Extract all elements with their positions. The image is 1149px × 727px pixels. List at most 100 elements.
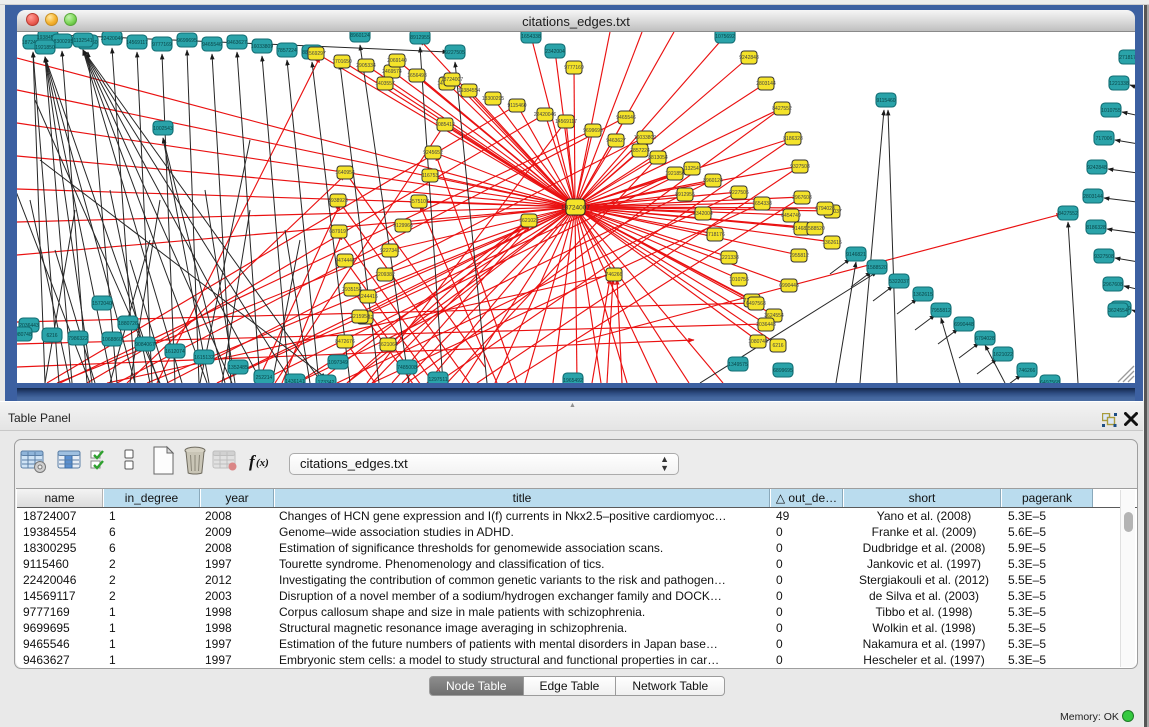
svg-text:5322037: 5322037	[889, 279, 909, 285]
svg-text:2718176: 2718176	[1119, 55, 1135, 61]
svg-text:2967608: 2967608	[792, 195, 812, 201]
svg-text:717006: 717006	[1096, 136, 1113, 142]
svg-text:9084067: 9084067	[135, 342, 155, 348]
svg-text:2967608: 2967608	[1103, 282, 1123, 288]
svg-text:252214: 252214	[256, 375, 273, 381]
svg-text:2803144: 2803144	[756, 81, 776, 87]
svg-text:1621022: 1621022	[993, 352, 1013, 358]
svg-text:1701650: 1701650	[332, 59, 352, 65]
svg-text:2469574: 2469574	[382, 69, 402, 75]
svg-text:1362615: 1362615	[913, 292, 933, 298]
svg-text:16033809: 16033809	[251, 44, 273, 50]
svg-text:6497568: 6497568	[746, 301, 766, 307]
svg-text:1080748: 1080748	[17, 332, 32, 338]
svg-text:1080748: 1080748	[748, 339, 768, 345]
svg-text:1068860: 1068860	[102, 337, 122, 343]
svg-text:1010755: 1010755	[1101, 108, 1121, 114]
svg-text:9465546: 9465546	[202, 42, 222, 48]
svg-text:22420046: 22420046	[534, 112, 556, 118]
svg-text:1209382: 1209382	[375, 272, 395, 278]
svg-text:1362615: 1362615	[822, 240, 842, 246]
svg-text:1097349: 1097349	[328, 360, 348, 366]
svg-text:8960124: 8960124	[350, 33, 370, 39]
svg-text:1221338: 1221338	[719, 255, 739, 261]
svg-text:1654338: 1654338	[521, 34, 541, 40]
svg-text:9474444: 9474444	[335, 258, 355, 264]
svg-text:1075692: 1075692	[715, 34, 735, 40]
svg-text:22420046: 22420046	[101, 36, 123, 42]
svg-text:8454749: 8454749	[781, 213, 801, 219]
svg-text:14569117: 14569117	[555, 119, 577, 125]
svg-text:8912955: 8912955	[410, 35, 430, 41]
svg-text:9327508: 9327508	[1094, 254, 1114, 260]
svg-text:7857224: 7857224	[277, 48, 297, 54]
svg-text:18724007: 18724007	[441, 77, 463, 83]
svg-text:9245652: 9245652	[423, 150, 443, 156]
svg-text:6794028: 6794028	[975, 336, 995, 342]
svg-text:1403557: 1403557	[375, 81, 395, 87]
svg-text:9463627: 9463627	[606, 138, 626, 144]
svg-text:2718176: 2718176	[705, 232, 725, 238]
svg-text:19384554: 19384554	[458, 88, 480, 94]
svg-text:1921850: 1921850	[35, 45, 55, 51]
svg-text:9699695: 9699695	[583, 128, 603, 134]
svg-text:1621022: 1621022	[519, 218, 539, 224]
svg-text:6216: 6216	[772, 343, 783, 349]
svg-text:8960124: 8960124	[703, 178, 723, 184]
svg-text:7955812: 7955812	[931, 308, 951, 314]
svg-text:116753: 116753	[422, 173, 439, 179]
svg-text:1010755: 1010755	[729, 277, 749, 283]
svg-text:6497568: 6497568	[1040, 380, 1060, 383]
svg-text:2342004: 2342004	[545, 49, 565, 55]
svg-text:9146821: 9146821	[846, 252, 866, 258]
svg-text:9699695: 9699695	[177, 38, 197, 44]
svg-text:3215958: 3215958	[350, 314, 370, 320]
svg-text:173342: 173342	[318, 380, 335, 383]
svg-text:7485008: 7485008	[397, 365, 417, 371]
svg-text:(x): (x)	[256, 457, 269, 469]
svg-text:9129966: 9129966	[393, 223, 413, 229]
svg-text:1569297: 1569297	[306, 51, 326, 57]
svg-text:9115460: 9115460	[507, 103, 526, 109]
svg-text:1572040: 1572040	[92, 301, 112, 307]
svg-text:8813054: 8813054	[648, 155, 668, 161]
svg-text:1221338: 1221338	[1109, 81, 1129, 87]
svg-text:9242848: 9242848	[1087, 165, 1107, 171]
svg-text:2905334: 2905334	[356, 63, 376, 69]
svg-text:746266: 746266	[1019, 368, 1036, 374]
svg-text:9777169: 9777169	[564, 65, 584, 71]
svg-text:1588520: 1588520	[805, 226, 825, 232]
svg-text:1965492: 1965492	[563, 378, 583, 383]
svg-text:2036443: 2036443	[756, 322, 776, 328]
svg-text:6794028: 6794028	[815, 206, 835, 212]
svg-text:7955812: 7955812	[789, 253, 809, 259]
svg-text:1244415: 1244415	[358, 294, 378, 300]
svg-text:1656493: 1656493	[407, 73, 427, 79]
svg-text:6879197: 6879197	[329, 229, 349, 235]
svg-text:3624554: 3624554	[1108, 308, 1128, 314]
svg-text:8427552: 8427552	[1058, 211, 1078, 217]
svg-text:8938923: 8938923	[328, 198, 348, 204]
svg-text:1612074: 1612074	[165, 349, 185, 355]
svg-text:9227341: 9227341	[380, 248, 400, 254]
svg-text:9327508: 9327508	[790, 164, 810, 170]
svg-text:2935154: 2935154	[342, 287, 362, 293]
svg-text:9463627: 9463627	[227, 40, 247, 46]
svg-text:1880726: 1880726	[118, 321, 138, 327]
svg-text:1588520: 1588520	[867, 265, 887, 271]
svg-text:18300295: 18300295	[482, 96, 504, 102]
svg-text:1002543: 1002543	[153, 126, 173, 132]
svg-text:2069140: 2069140	[387, 58, 407, 64]
svg-text:8427552: 8427552	[772, 106, 792, 112]
svg-text:1132541: 1132541	[73, 38, 92, 44]
svg-text:6990448: 6990448	[954, 322, 974, 328]
svg-text:8912955: 8912955	[675, 192, 695, 198]
svg-text:8186328: 8186328	[1086, 225, 1106, 231]
svg-text:1621064: 1621064	[378, 342, 398, 348]
svg-text:8186328: 8186328	[783, 136, 803, 142]
svg-text:1575107: 1575107	[409, 199, 429, 205]
svg-text:746266: 746266	[606, 272, 623, 278]
svg-text:1132541: 1132541	[682, 166, 701, 172]
svg-text:1615132: 1615132	[194, 355, 214, 361]
svg-text:6899695: 6899695	[773, 368, 793, 374]
